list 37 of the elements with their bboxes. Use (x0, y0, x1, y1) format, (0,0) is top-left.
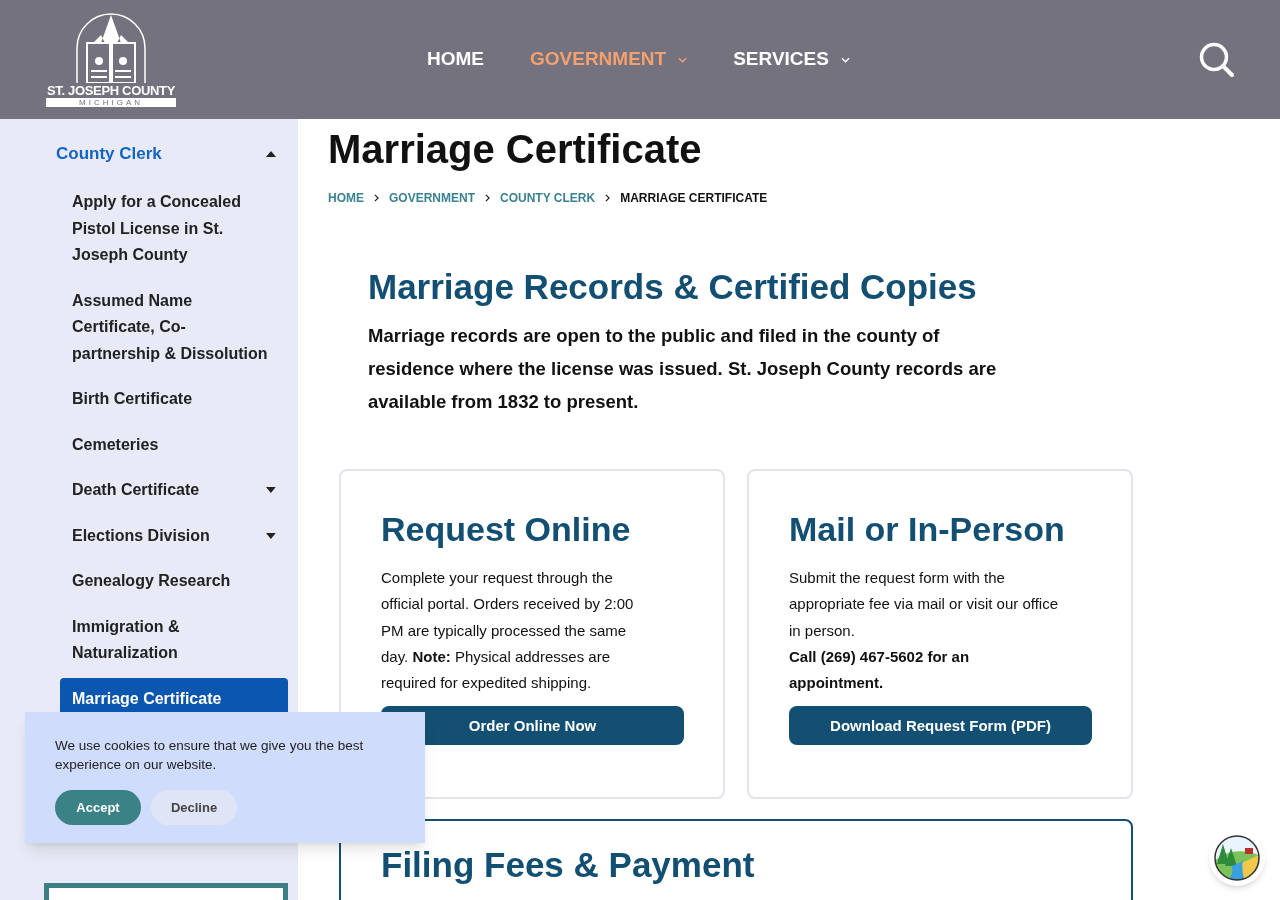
sidebar-item[interactable]: Elections Division (60, 514, 288, 557)
card-text: Submit the request form with the appropriate fee via mail or visit our office in person. (789, 568, 1060, 641)
sidebar-item[interactable]: Cemeteries (60, 423, 288, 466)
county-logo[interactable]: ST. JOSEPH COUNTY MICHIGAN (46, 12, 176, 107)
logo-subtitle: MICHIGAN (46, 97, 176, 107)
sidebar-section-link[interactable]: County Clerk (56, 141, 162, 167)
chevron-icon (374, 194, 379, 202)
breadcrumb-current: MARRIAGE CERTIFICATE (620, 190, 768, 207)
cookie-text: We use cookies to ensure that we give you the best experience on our website. (55, 737, 365, 774)
breadcrumb-link[interactable]: GOVERNMENT (389, 189, 475, 207)
sidebar-item[interactable]: Death Certificate (60, 469, 288, 512)
chevron-icon (485, 194, 490, 202)
card-heading: Filing Fees & Payment (381, 844, 756, 886)
logo-title: ST. JOSEPH COUNTY (46, 82, 176, 98)
landscape-icon (1213, 834, 1261, 882)
breadcrumb-link[interactable]: COUNTY CLERK (500, 189, 596, 207)
breadcrumb-link[interactable]: HOME (328, 189, 364, 207)
nav-link[interactable]: SERVICES (733, 45, 850, 74)
section-heading: Marriage Records & Certified Copies (368, 267, 978, 307)
card-heading: Request Online (381, 509, 632, 550)
search-icon[interactable] (1199, 41, 1235, 78)
sidebar-item[interactable]: Immigration & Naturalization (60, 605, 288, 675)
decline-button[interactable]: Decline (151, 790, 237, 825)
intro-text: Marriage records are open to the public and filed in the county of residence where the license was issued. St. Joseph County records are available from 1832 to present. (368, 324, 998, 414)
sidebar-item[interactable]: Genealogy Research (60, 560, 288, 603)
card-heading: Mail or In-Person (789, 509, 1066, 550)
chat-launcher[interactable] (1209, 830, 1265, 886)
card-text: Complete your request through the official portal. Orders received by 2:00 PM are typically processed the same day. Note: Physical addresses are required for expedited shipping. (381, 568, 635, 694)
sidebar-item[interactable]: Apply for a Concealed Pistol License in St. Joseph County (60, 181, 288, 277)
sidebar-item[interactable]: Assumed Name Certificate, Co-partnership & Dissolution (60, 279, 288, 375)
card-button[interactable]: Download Request Form (PDF) (789, 706, 1092, 746)
card-text: Call (269) 467-5602 for an appointment. (789, 646, 971, 694)
nav-link[interactable]: HOME (427, 45, 484, 74)
chevron-icon (605, 194, 611, 202)
sidebar-item[interactable]: Birth Certificate (60, 378, 288, 421)
accept-button[interactable]: Accept (55, 790, 141, 825)
page-title: Marriage Certificate (328, 126, 703, 173)
